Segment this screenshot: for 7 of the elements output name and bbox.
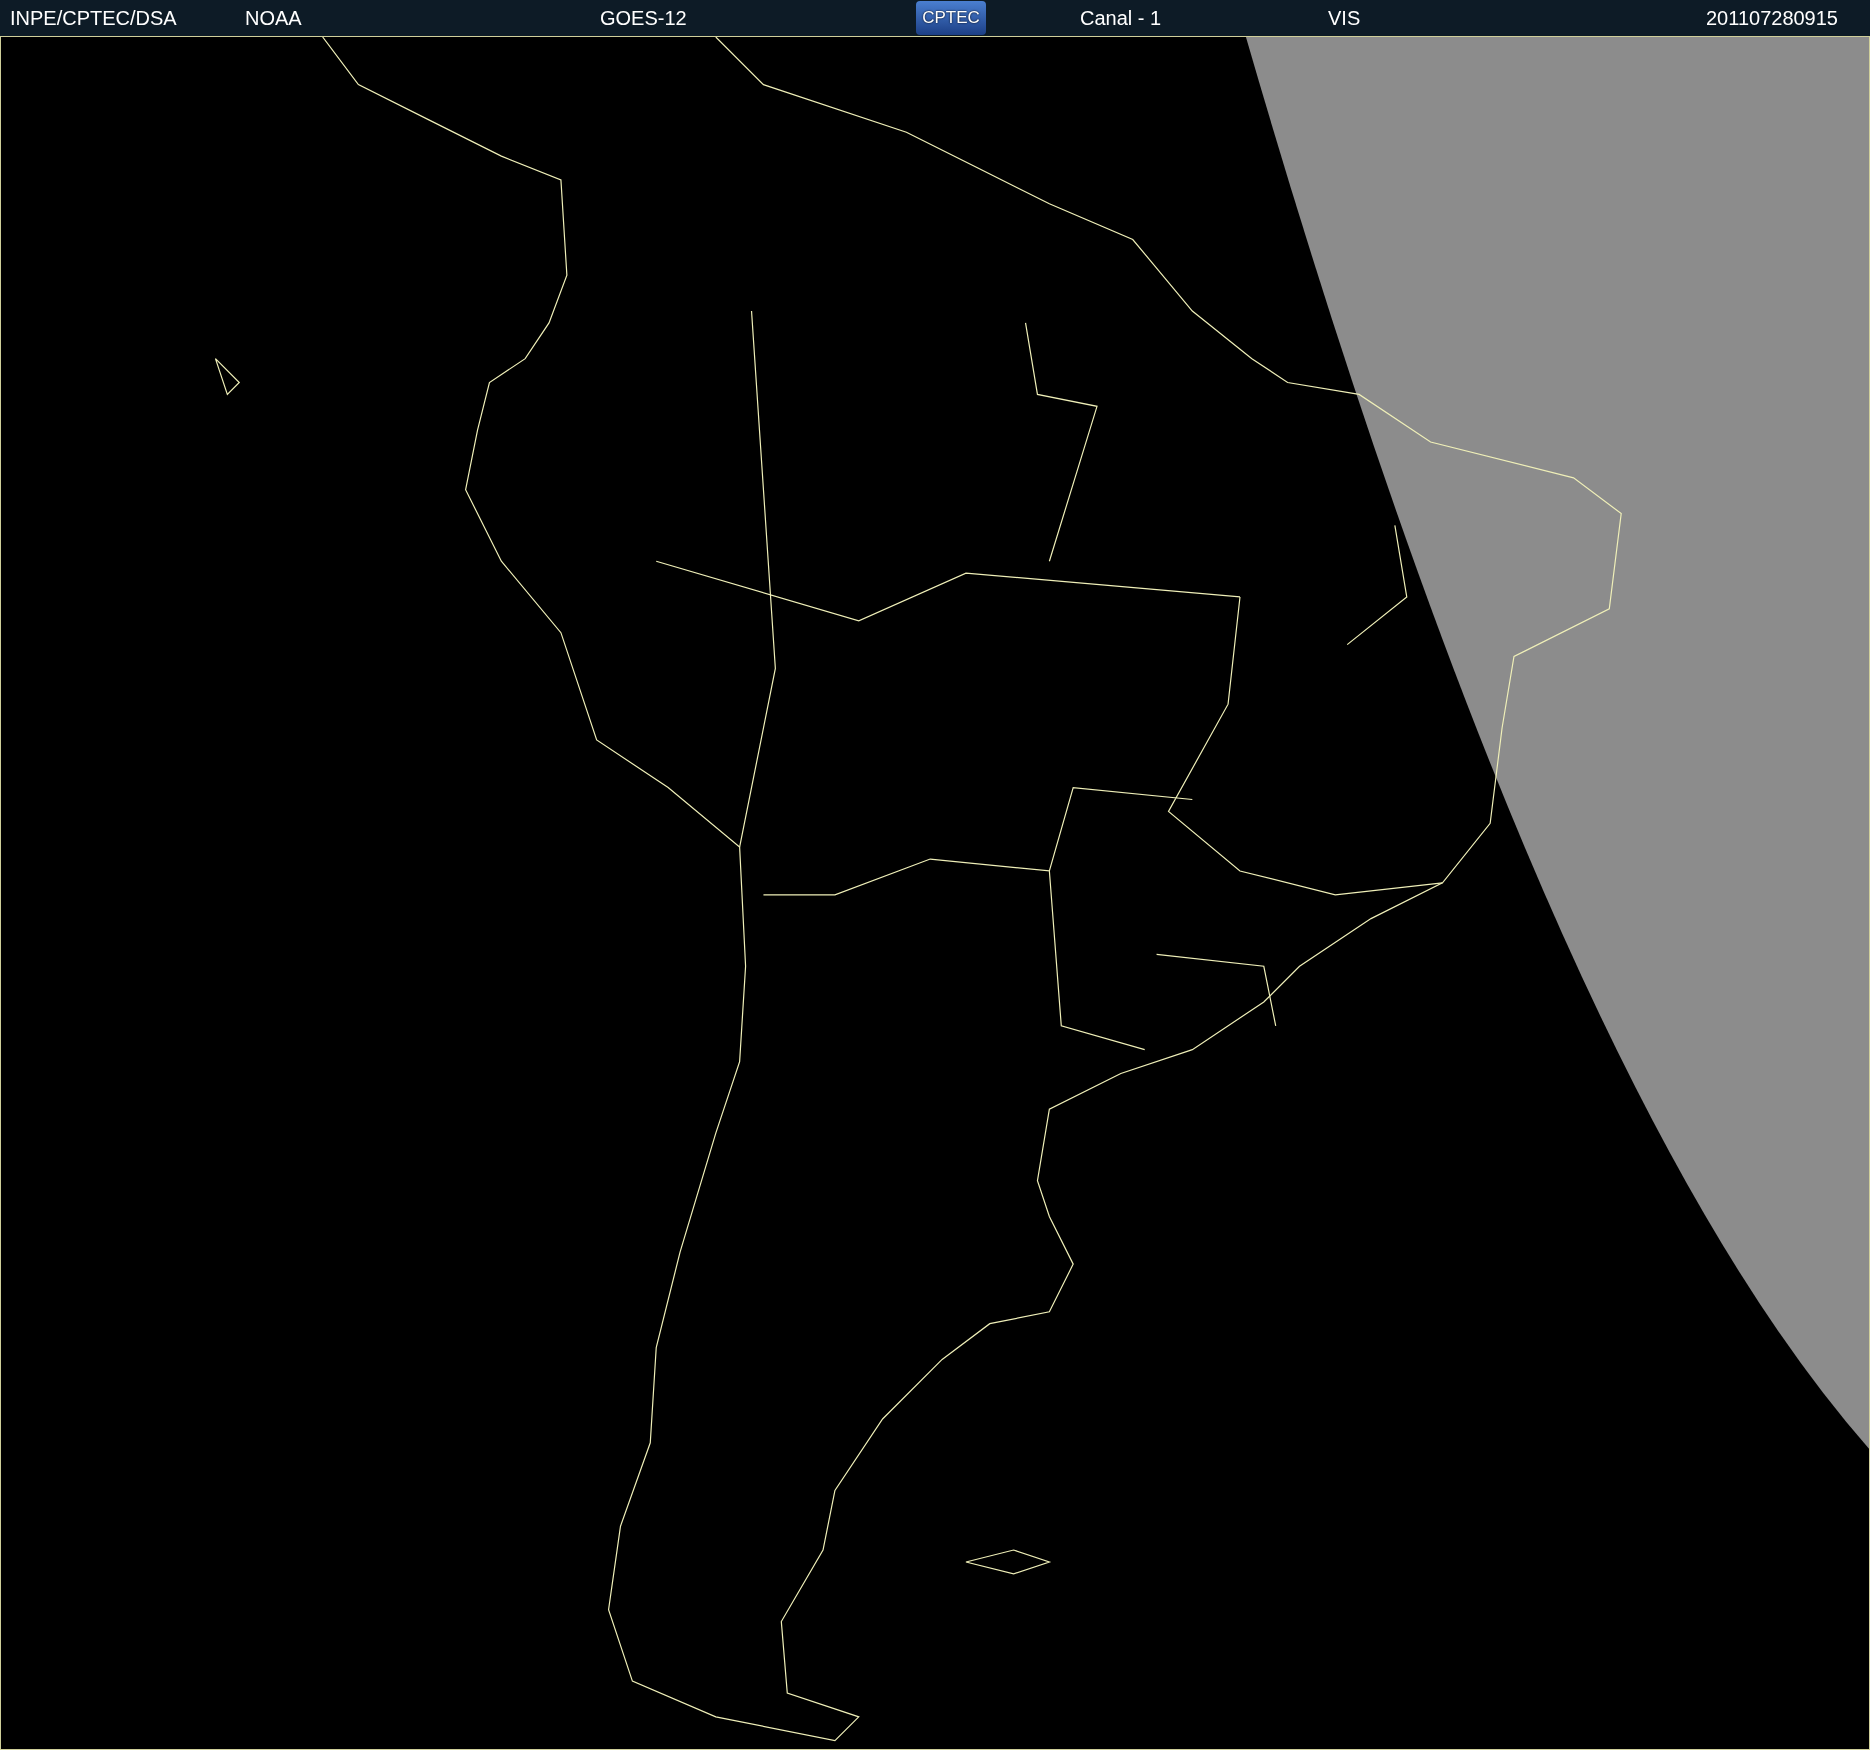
channel-label: Canal - 1	[1080, 6, 1163, 31]
source-label: INPE/CPTEC/DSA	[10, 6, 178, 31]
band-label: VIS	[1328, 6, 1362, 31]
satellite-label: GOES-12	[600, 6, 688, 31]
timestamp-label: 201107280915	[1706, 6, 1838, 31]
agency-label: NOAA	[245, 6, 303, 31]
logo: CPTEC	[916, 1, 986, 35]
